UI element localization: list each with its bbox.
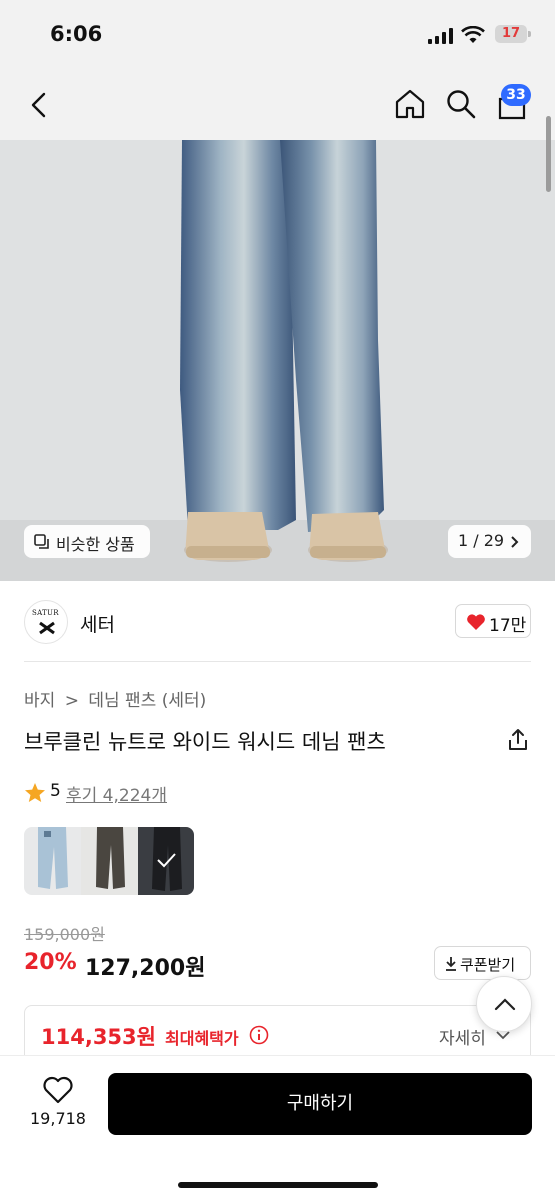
- bottom-bar: 19,718 구매하기: [0, 1055, 555, 1200]
- buy-button[interactable]: 구매하기: [108, 1073, 532, 1135]
- search-icon[interactable]: [446, 89, 476, 119]
- chevron-up-icon: [494, 998, 516, 1011]
- cart-count-badge: 33: [501, 84, 531, 106]
- page-scrollbar[interactable]: [546, 116, 551, 192]
- gallery-page-indicator[interactable]: 1 / 29: [448, 525, 531, 558]
- back-arrow-icon[interactable]: [28, 92, 50, 118]
- original-price: 159,000원: [24, 925, 105, 944]
- brand-logo[interactable]: SATUR: [24, 600, 68, 644]
- jeans-photo: [0, 140, 555, 581]
- product-title: 브루클린 뉴트로 와이드 워시드 데님 팬츠: [24, 730, 386, 754]
- battery-indicator: 17: [495, 25, 527, 43]
- status-time: 6:06: [50, 22, 103, 46]
- page-indicator-text: 1 / 29: [458, 531, 505, 550]
- wishlist-count: 19,718: [30, 1109, 86, 1128]
- coupon-button[interactable]: 쿠폰받기: [434, 946, 531, 980]
- sale-price: 127,200원: [85, 956, 206, 981]
- divider: [24, 661, 531, 662]
- brand-name[interactable]: 세터: [80, 610, 115, 637]
- copy-icon: [34, 534, 49, 549]
- color-option-light[interactable]: [24, 827, 81, 895]
- product-image[interactable]: [0, 140, 555, 581]
- similar-products-button[interactable]: 비슷한 상품: [24, 525, 150, 558]
- color-option-black-selected[interactable]: [138, 827, 194, 895]
- download-icon: [446, 957, 456, 971]
- home-indicator: [178, 1182, 378, 1188]
- share-icon[interactable]: [506, 727, 530, 753]
- details-label: 자세히: [439, 1029, 486, 1049]
- discount-rate: 20%: [24, 950, 77, 975]
- signal-icon: [428, 28, 453, 44]
- scroll-top-button[interactable]: [476, 976, 532, 1032]
- max-benefit-price: 114,353원: [41, 1025, 156, 1049]
- reviews-link[interactable]: 후기 4,224개: [66, 781, 167, 806]
- wishlist-heart-icon[interactable]: [42, 1076, 74, 1104]
- home-icon[interactable]: [394, 88, 426, 120]
- breadcrumb-current[interactable]: 데님 팬츠 (세터): [88, 691, 206, 711]
- coupon-label: 쿠폰받기: [460, 956, 516, 974]
- info-icon[interactable]: [249, 1025, 269, 1045]
- status-bar: 6:06 17: [0, 0, 555, 70]
- wifi-icon: [461, 26, 485, 43]
- color-option-dark[interactable]: [81, 827, 138, 895]
- brand-logo-mark: [39, 621, 55, 635]
- chevron-right-icon: [511, 536, 519, 548]
- max-benefit-label: 최대혜택가: [165, 1029, 239, 1048]
- brand-logo-text: SATUR: [32, 609, 59, 617]
- rating-value: 5: [50, 781, 61, 801]
- heart-icon: [467, 614, 485, 630]
- star-icon: [25, 783, 45, 802]
- battery-tip: [528, 31, 531, 37]
- brand-like-button[interactable]: 17만: [455, 604, 531, 638]
- breadcrumb-separator: >: [64, 691, 79, 711]
- breadcrumb-root[interactable]: 바지: [24, 691, 55, 711]
- breadcrumb: 바지 > 데님 팬츠 (세터): [24, 686, 206, 711]
- similar-products-label: 비슷한 상품: [56, 535, 135, 554]
- top-nav: [0, 70, 555, 140]
- brand-like-count: 17만: [489, 616, 527, 636]
